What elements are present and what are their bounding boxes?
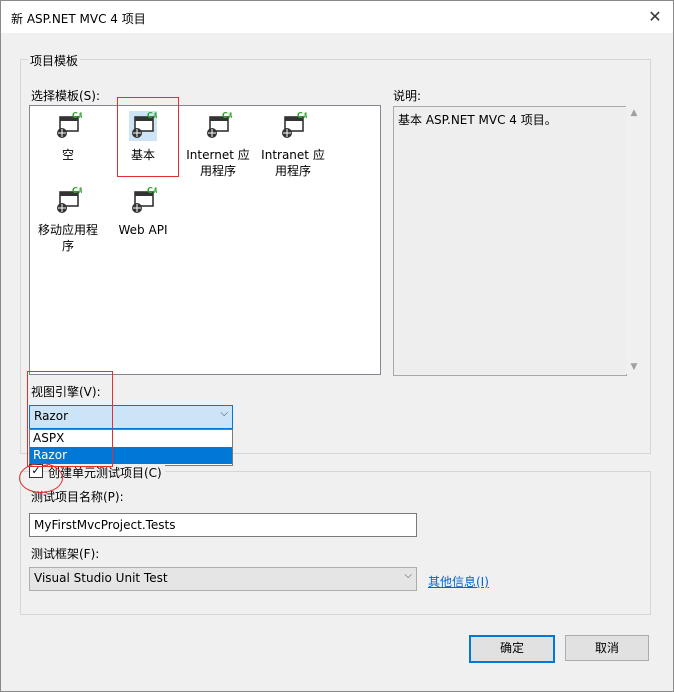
scroll-down-icon[interactable]: ▼ — [628, 362, 640, 372]
title-bar: 新 ASP.NET MVC 4 项目 ✕ — [1, 1, 673, 33]
template-webapi[interactable]: C# Web API — [108, 186, 178, 238]
template-label: Internet 应用程序 — [186, 148, 250, 178]
cancel-button[interactable]: 取消 — [565, 635, 649, 661]
template-label: 移动应用程序 — [37, 223, 98, 253]
mvc-project-icon: C# — [282, 111, 307, 138]
mvc-project-icon: C# — [132, 186, 157, 213]
annotation-oval — [19, 463, 63, 493]
svg-text:C#: C# — [72, 111, 82, 120]
template-empty[interactable]: C# 空 — [33, 111, 103, 163]
test-project-name-input[interactable]: MyFirstMvcProject.Tests — [29, 513, 417, 537]
template-intranet[interactable]: C# Intranet 应用程序 — [258, 111, 328, 179]
test-framework-value: Visual Studio Unit Test — [34, 571, 168, 585]
mvc-project-icon: C# — [57, 111, 82, 138]
svg-text:C#: C# — [297, 111, 307, 120]
template-label: 空 — [61, 148, 74, 162]
test-framework-select[interactable]: Visual Studio Unit Test ⌵ — [29, 567, 417, 591]
template-label: Intranet 应用程序 — [261, 148, 325, 178]
test-project-name-value: MyFirstMvcProject.Tests — [34, 518, 176, 532]
description-scrollbar[interactable]: ▲ ▼ — [626, 106, 642, 374]
chevron-down-icon: ⌵ — [220, 408, 228, 419]
dialog-title: 新 ASP.NET MVC 4 项目 — [11, 12, 146, 26]
description-text: 基本 ASP.NET MVC 4 项目。 — [398, 113, 557, 127]
more-info-link[interactable]: 其他信息(I) — [428, 573, 489, 590]
chevron-down-icon: ⌵ — [404, 570, 412, 581]
template-list[interactable]: C# 空 C# 基本 C# Interne — [29, 105, 381, 375]
ok-button[interactable]: 确定 — [469, 635, 555, 663]
template-internet[interactable]: C# Internet 应用程序 — [183, 111, 253, 179]
description-label: 说明: — [393, 89, 422, 103]
svg-text:C#: C# — [72, 186, 82, 195]
mvc-project-icon: C# — [57, 186, 82, 213]
new-project-dialog: 新 ASP.NET MVC 4 项目 ✕ 项目模板 选择模板(S): 说明: C… — [0, 0, 674, 692]
test-framework-label: 测试框架(F): — [31, 547, 100, 561]
select-template-label: 选择模板(S): — [31, 89, 101, 103]
close-icon[interactable]: ✕ — [643, 5, 667, 29]
scroll-up-icon[interactable]: ▲ — [628, 108, 640, 118]
annotation-box — [27, 371, 113, 467]
description-box: 基本 ASP.NET MVC 4 项目。 — [393, 106, 627, 376]
template-label: Web API — [118, 223, 168, 237]
template-mobile[interactable]: C# 移动应用程序 — [33, 186, 103, 254]
annotation-box — [117, 97, 179, 177]
svg-text:C#: C# — [222, 111, 232, 120]
mvc-project-icon: C# — [207, 111, 232, 138]
project-template-group-title: 项目模板 — [28, 52, 81, 69]
svg-text:C#: C# — [147, 186, 157, 195]
